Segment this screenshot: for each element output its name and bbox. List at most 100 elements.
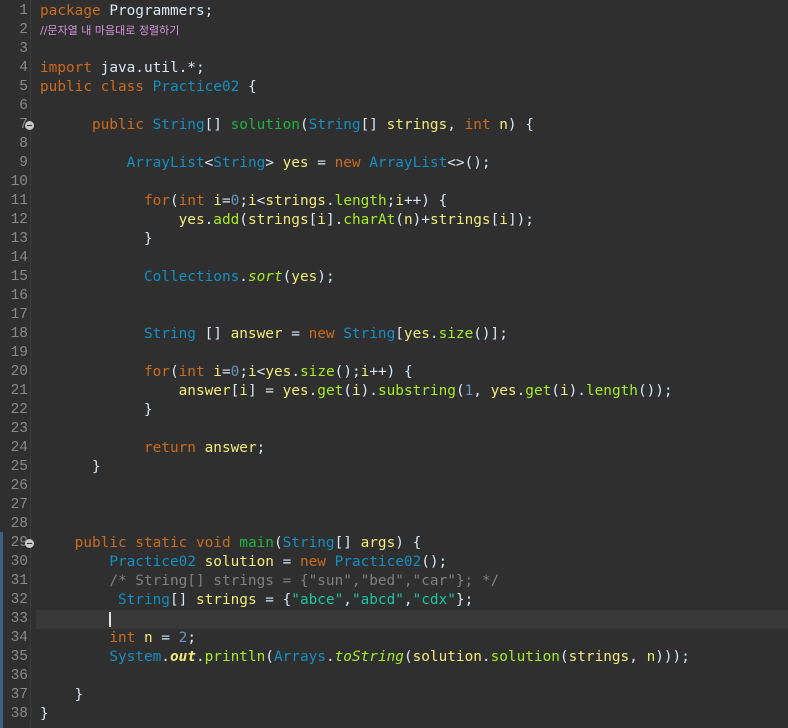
code-line[interactable]: 26 [11, 477, 788, 496]
line-number: 25 [10, 459, 28, 475]
line-number: 6 [19, 98, 28, 114]
code-line[interactable]: 32 String[] strings = {"abce","abcd","cd… [11, 591, 788, 610]
code-line[interactable]: 35 System.out.println(Arrays.toString(so… [11, 648, 788, 667]
code-token: i [395, 193, 404, 209]
code-token: )+ [412, 212, 430, 228]
code-line[interactable]: 4 import java.util.*; [19, 59, 788, 78]
code-line[interactable]: 14 [11, 249, 788, 268]
code-line[interactable]: 37 } [11, 686, 788, 705]
code-token: Practice02 [334, 554, 422, 570]
code-line[interactable]: 18 String [] answer = new String[yes.siz… [11, 325, 788, 344]
code-line[interactable]: 3 [19, 40, 788, 59]
code-line[interactable]: 5 public class Practice02 { [19, 78, 788, 97]
line-number: 26 [10, 478, 28, 494]
code-token: yes [265, 364, 292, 380]
code-token: yes [403, 326, 430, 342]
code-token: yes [178, 212, 205, 228]
code-line[interactable]: 29 public static void main(String[] args… [11, 534, 788, 553]
code-line[interactable]: 17 [11, 306, 788, 325]
line-number: 2 [19, 22, 28, 38]
code-editor[interactable]: 1 package Programmers; 2 //문자열 내 마음대로 정렬하기 3… [0, 0, 788, 728]
code-line[interactable]: 31 /* String[] strings = {"sun","bed","c… [11, 572, 788, 591]
code-line[interactable]: 20 for(int i=0;i<yes.size();i++) { [11, 363, 788, 382]
code-line[interactable]: 25 } [11, 458, 788, 477]
code-token: System [109, 649, 162, 665]
code-token: , [447, 117, 465, 133]
code-line[interactable]: 21 answer[i] = yes.get(i).substring(1, y… [11, 382, 788, 401]
code-token: yes [490, 383, 517, 399]
code-line[interactable]: 28 [11, 515, 788, 534]
code-line[interactable]: 23 [11, 420, 788, 439]
code-line[interactable]: 12 yes.add(strings[i].charAt(n)+strings[… [11, 211, 788, 230]
code-token: ArrayList [369, 155, 448, 171]
code-token: ( [551, 383, 560, 399]
line-number: 38 [10, 706, 28, 722]
code-token: Collections [143, 269, 240, 285]
line-number: 27 [10, 497, 28, 513]
code-line[interactable]: 16 [11, 287, 788, 306]
code-token: ] = [247, 383, 283, 399]
code-line[interactable]: 2 //문자열 내 마음대로 정렬하기 [19, 21, 788, 40]
line-number: 33 [10, 611, 28, 627]
code-line[interactable]: 27 [11, 496, 788, 515]
line-number: 3 [19, 41, 28, 57]
line-number: 34 [10, 630, 28, 646]
collapse-fold-icon[interactable] [25, 121, 34, 130]
code-line[interactable]: 1 package Programmers; [19, 2, 788, 21]
code-token: String [152, 117, 205, 133]
code-line[interactable]: 7 public String[] solution(String[] stri… [19, 116, 788, 135]
code-text: System.out.println(Arrays.toString(solut… [40, 648, 690, 667]
code-token: package [40, 3, 110, 19]
code-text: return answer; [40, 439, 265, 458]
code-line[interactable]: 33 [11, 610, 788, 629]
code-token: String [308, 117, 361, 133]
code-token: Practice02 [109, 554, 196, 570]
code-line[interactable]: 9 ArrayList<String> yes = new ArrayList<… [19, 154, 788, 173]
line-number: 19 [10, 345, 28, 361]
code-token: ]. [325, 212, 344, 228]
code-token: for [143, 193, 170, 209]
code-token: . [308, 383, 318, 399]
code-line[interactable]: 6 [19, 97, 788, 116]
collapse-fold-icon[interactable] [25, 539, 34, 548]
code-line[interactable]: 38} [11, 705, 788, 724]
code-text: String[] strings = {"abce","abcd","cdx"}… [40, 591, 473, 610]
code-line[interactable]: 15 Collections.sort(yes); [11, 268, 788, 287]
code-line[interactable]: 36 [11, 667, 788, 686]
code-token: [] [334, 535, 361, 551]
code-area[interactable]: 1 package Programmers; 2 //문자열 내 마음대로 정렬하기 3… [11, 0, 788, 728]
code-token: }; [455, 592, 474, 608]
code-text: } [40, 705, 49, 724]
code-token: } [40, 459, 101, 475]
code-line[interactable]: 11 for(int i=0;i<strings.length;i++) { [11, 192, 788, 211]
line-number: 4 [19, 60, 28, 76]
line-number: 13 [10, 231, 28, 247]
code-token: ) { [395, 535, 422, 551]
code-token: ( [403, 649, 413, 665]
code-line[interactable]: 13 } [11, 230, 788, 249]
code-line[interactable]: 24 return answer; [11, 439, 788, 458]
code-token: ( [239, 212, 248, 228]
code-line[interactable]: 10 [11, 173, 788, 192]
code-line[interactable]: 22 } [11, 401, 788, 420]
code-text: ArrayList<String> yes = new ArrayList<>(… [40, 154, 491, 173]
code-line[interactable]: 30 Practice02 solution = new Practice02(… [11, 553, 788, 572]
line-number: 36 [10, 668, 28, 684]
code-token: ). [360, 383, 378, 399]
code-line[interactable]: 19 [11, 344, 788, 363]
code-token: ++) { [403, 193, 448, 209]
code-line[interactable]: 34 int n = 2; [11, 629, 788, 648]
code-line[interactable]: 8 [19, 135, 788, 154]
code-token: "cdx" [412, 592, 456, 608]
code-token: ( [343, 383, 352, 399]
code-token: "abce" [291, 592, 344, 608]
code-token: Practice02 [152, 79, 240, 95]
line-number: 1 [19, 3, 28, 19]
code-token: . [195, 649, 205, 665]
code-text: answer[i] = yes.get(i).substring(1, yes.… [40, 382, 673, 401]
